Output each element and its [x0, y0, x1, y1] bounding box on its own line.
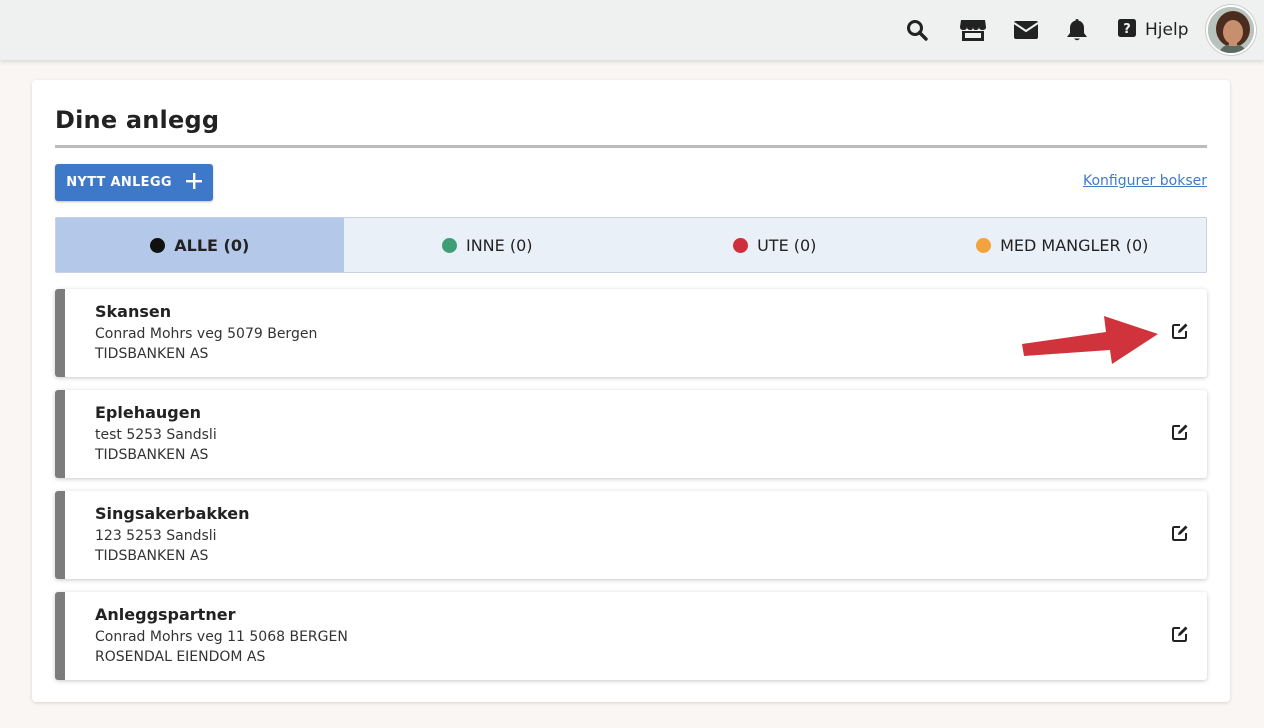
facility-name: Anleggspartner	[95, 605, 236, 624]
filter-tab-label: ALLE (0)	[174, 235, 250, 255]
facility-owner: TIDSBANKEN AS	[95, 447, 209, 463]
filter-tab-with-defects[interactable]: MED MANGLER (0)	[919, 218, 1207, 272]
facility-name: Singsakerbakken	[95, 504, 250, 523]
status-bar	[55, 289, 65, 377]
status-dot-icon	[150, 237, 166, 253]
edit-icon[interactable]	[1171, 322, 1189, 340]
filter-tab-label: UTE (0)	[757, 235, 817, 255]
facilities-card: Dine anlegg NYTT ANLEGG Konfigurer bokse…	[32, 80, 1230, 702]
status-bar	[55, 390, 65, 478]
facility-owner: ROSENDAL EIENDOM AS	[95, 649, 266, 665]
plus-icon	[185, 172, 202, 193]
facility-address: test 5253 Sandsli	[95, 427, 217, 443]
facility-owner: TIDSBANKEN AS	[95, 346, 209, 362]
filter-tab-inside[interactable]: INNE (0)	[344, 218, 632, 272]
new-facility-button[interactable]: NYTT ANLEGG	[55, 164, 213, 201]
status-dot-icon	[441, 237, 457, 253]
svg-text:?: ?	[1123, 22, 1131, 37]
configure-boxes-link[interactable]: Konfigurer bokser	[1083, 173, 1207, 189]
help-button[interactable]: ? Hjelp	[1117, 16, 1188, 44]
facility-list: Skansen Conrad Mohrs veg 5079 Bergen TID…	[55, 289, 1207, 693]
status-bar	[55, 592, 65, 680]
facility-address: Conrad Mohrs veg 5079 Bergen	[95, 326, 318, 342]
facility-name: Skansen	[95, 302, 172, 321]
search-icon[interactable]	[901, 14, 933, 46]
status-dot-icon	[733, 237, 749, 253]
bell-icon[interactable]	[1061, 14, 1093, 46]
filter-tab-label: MED MANGLER (0)	[1000, 235, 1149, 255]
avatar[interactable]	[1206, 5, 1256, 55]
edit-icon[interactable]	[1171, 625, 1189, 643]
edit-icon[interactable]	[1171, 423, 1189, 441]
facility-address: Conrad Mohrs veg 11 5068 BERGEN	[95, 629, 348, 645]
facility-name: Eplehaugen	[95, 403, 201, 422]
status-filter-tabs: ALLE (0) INNE (0) UTE (0) MED MANGLER (0…	[55, 217, 1207, 273]
top-bar: ? Hjelp	[0, 0, 1264, 60]
filter-tab-label: INNE (0)	[465, 235, 533, 255]
filter-tab-outside[interactable]: UTE (0)	[631, 218, 919, 272]
facility-address: 123 5253 Sandsli	[95, 528, 217, 544]
status-bar	[55, 491, 65, 579]
store-icon[interactable]	[957, 14, 989, 46]
help-icon: ?	[1117, 18, 1137, 43]
facility-item[interactable]: Singsakerbakken 123 5253 Sandsli TIDSBAN…	[55, 491, 1207, 579]
facility-item[interactable]: Eplehaugen test 5253 Sandsli TIDSBANKEN …	[55, 390, 1207, 478]
facility-item[interactable]: Skansen Conrad Mohrs veg 5079 Bergen TID…	[55, 289, 1207, 377]
facility-owner: TIDSBANKEN AS	[95, 548, 209, 564]
facility-item[interactable]: Anleggspartner Conrad Mohrs veg 11 5068 …	[55, 592, 1207, 680]
status-dot-icon	[976, 237, 992, 253]
title-divider	[55, 145, 1207, 148]
new-facility-label: NYTT ANLEGG	[66, 175, 172, 190]
help-label: Hjelp	[1145, 20, 1189, 40]
page-title: Dine anlegg	[55, 106, 220, 134]
edit-icon[interactable]	[1171, 524, 1189, 542]
mail-icon[interactable]	[1010, 14, 1042, 46]
filter-tab-all[interactable]: ALLE (0)	[56, 218, 344, 272]
